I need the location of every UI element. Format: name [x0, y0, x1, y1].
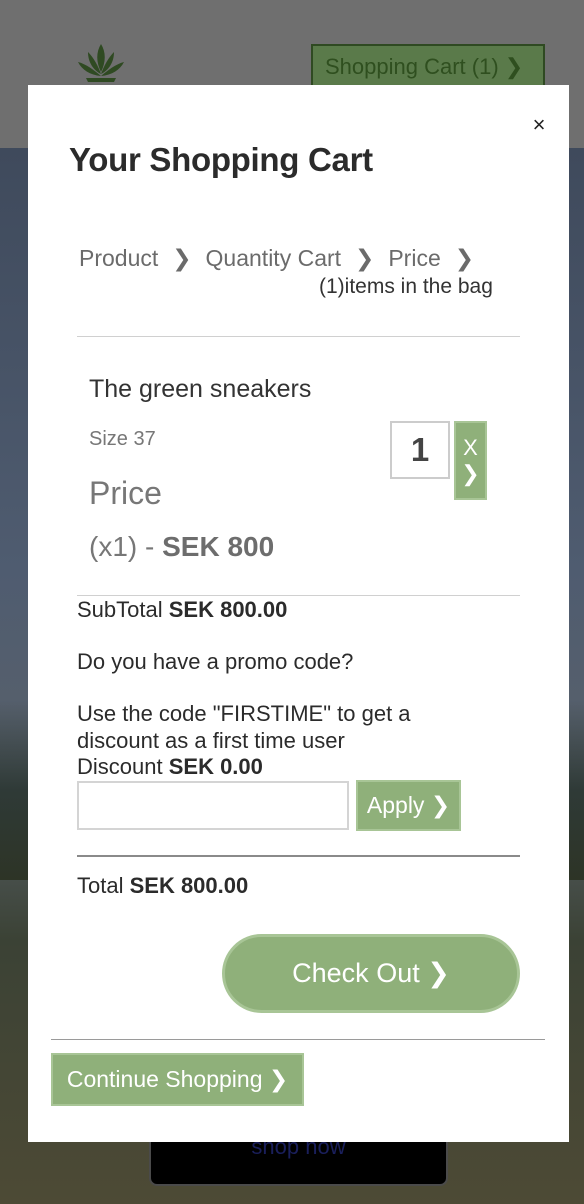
product-name: The green sneakers [89, 375, 312, 403]
quantity-field[interactable]: 1 [390, 421, 450, 479]
divider [51, 1039, 545, 1040]
cart-title: Your Shopping Cart [69, 141, 373, 178]
subtotal-value: SEK 800.00 [168, 597, 288, 622]
breadcrumb-quantity: Quantity Cart [205, 245, 342, 271]
discount-value: SEK 0.00 [168, 754, 263, 779]
subtotal-label: SubTotal [77, 597, 169, 622]
discount: Discount SEK 0.00 [77, 754, 263, 780]
total-label: Total [77, 873, 130, 898]
close-icon[interactable]: × [527, 111, 551, 139]
remove-item-button[interactable]: X ❯ [454, 421, 487, 500]
subtotal: SubTotal SEK 800.00 [77, 597, 287, 623]
breadcrumb: Product ❯ Quantity Cart ❯ Price ❯ [79, 245, 488, 272]
chevron-right-icon: ❯ [355, 245, 375, 271]
lotus-logo-icon [78, 44, 124, 82]
continue-shopping-button[interactable]: Continue Shopping ❯ [51, 1053, 304, 1106]
item-price: SEK 800 [162, 531, 275, 562]
page: Shopping Cart (1) ❯ shop now × Your Shop… [0, 0, 584, 1204]
checkout-button[interactable]: Check Out ❯ [222, 934, 520, 1013]
product-size: Size 37 [89, 428, 156, 450]
items-count: (1)items in the bag [319, 275, 493, 298]
promo-question: Do you have a promo code? [77, 649, 354, 674]
total-value: SEK 800.00 [129, 873, 249, 898]
chevron-right-icon: ❯ [172, 245, 192, 271]
total: Total SEK 800.00 [77, 873, 248, 899]
breadcrumb-price: Price [388, 245, 441, 271]
promo-hint: Use the code "FIRSTIME" to get a discoun… [77, 701, 411, 753]
divider [77, 595, 520, 596]
header-shopping-cart-button[interactable]: Shopping Cart (1) ❯ [311, 44, 545, 90]
quantity-prefix: (x1) - [89, 531, 163, 562]
price-label: Price [89, 475, 162, 511]
divider [77, 336, 520, 337]
chevron-right-icon: ❯ [454, 245, 475, 271]
breadcrumb-product: Product [79, 245, 159, 271]
price-line: (x1) - SEK 800 [89, 531, 274, 563]
divider [77, 855, 520, 857]
apply-promo-button[interactable]: Apply ❯ [356, 780, 461, 831]
promo-code-input[interactable] [77, 781, 349, 830]
discount-label: Discount [77, 754, 169, 779]
shopping-cart-modal: × Your Shopping Cart Product ❯ Quantity Ca… [28, 85, 569, 1142]
